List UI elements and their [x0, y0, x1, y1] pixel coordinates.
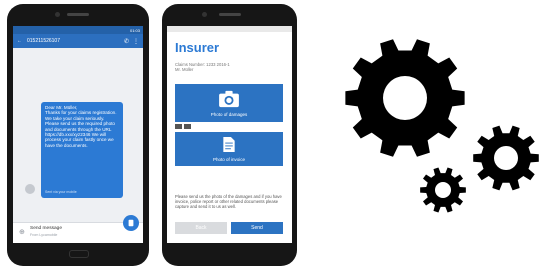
gear-icon — [420, 167, 466, 213]
gears-illustration — [345, 39, 539, 213]
sms-message-bubble: Dear Mr. Müller, Thanks for your claims … — [41, 102, 123, 198]
page-title: Insurer — [175, 40, 220, 55]
photo-thumbnails — [175, 124, 191, 129]
insurer-screen: Insurer Claims Number: 1233 2016-1 Mr. M… — [167, 26, 292, 243]
sim-label: From Lycamobile — [30, 233, 58, 237]
gear-icon — [473, 125, 539, 191]
photo-of-damages-button[interactable]: Photo of damages — [175, 84, 283, 122]
camera-icon — [219, 90, 239, 107]
insurer-phone: Insurer Claims Number: 1233 2016-1 Mr. M… — [162, 4, 297, 266]
phone-camera — [202, 12, 207, 17]
back-arrow-icon[interactable]: ← — [17, 38, 22, 44]
sms-screen: 01:03 ← 015211526107 ✆ ⋮ Dear Mr. Müller… — [13, 26, 143, 243]
attach-icon[interactable]: ⊕ — [19, 228, 25, 236]
status-bar: 01:03 — [13, 26, 143, 34]
phone-speaker — [67, 13, 89, 16]
instruction-text: Please send us the photo of the damages … — [175, 194, 282, 210]
avatar — [25, 184, 35, 194]
thumbnail[interactable] — [175, 124, 182, 129]
claim-holder: Mr. Müller — [175, 67, 194, 72]
thumbnail[interactable] — [184, 124, 191, 129]
document-icon — [223, 136, 235, 153]
phone-speaker — [218, 13, 241, 16]
tile-label: Photo of invoice — [212, 157, 246, 162]
phone-call-icon[interactable]: ✆ — [124, 38, 129, 45]
message-meta: Sent via your mobile — [45, 189, 77, 194]
contact-number: 015211526107 — [27, 38, 60, 44]
back-button[interactable]: Back — [175, 222, 227, 234]
more-options-icon[interactable]: ⋮ — [133, 38, 139, 45]
home-button[interactable] — [69, 250, 89, 258]
sms-phone: 01:03 ← 015211526107 ✆ ⋮ Dear Mr. Müller… — [7, 4, 149, 266]
send-button[interactable]: Send — [231, 222, 283, 234]
tile-label: Photo of damages — [210, 111, 248, 117]
claim-info: Claims Number: 1233 2016-1 Mr. Müller — [175, 62, 230, 72]
sms-header: ← 015211526107 ✆ ⋮ — [13, 34, 143, 48]
send-message-button[interactable] — [123, 215, 139, 231]
gear-icon — [345, 39, 465, 157]
message-text: Dear Mr. Müller, Thanks for your claims … — [45, 105, 117, 148]
photo-of-invoice-button[interactable]: Photo of invoice — [175, 132, 283, 166]
status-time: 01:03 — [129, 27, 140, 33]
phone-camera — [55, 12, 60, 17]
message-input[interactable]: Send message — [30, 226, 62, 231]
send-icon — [128, 219, 134, 227]
status-bar — [167, 26, 292, 32]
